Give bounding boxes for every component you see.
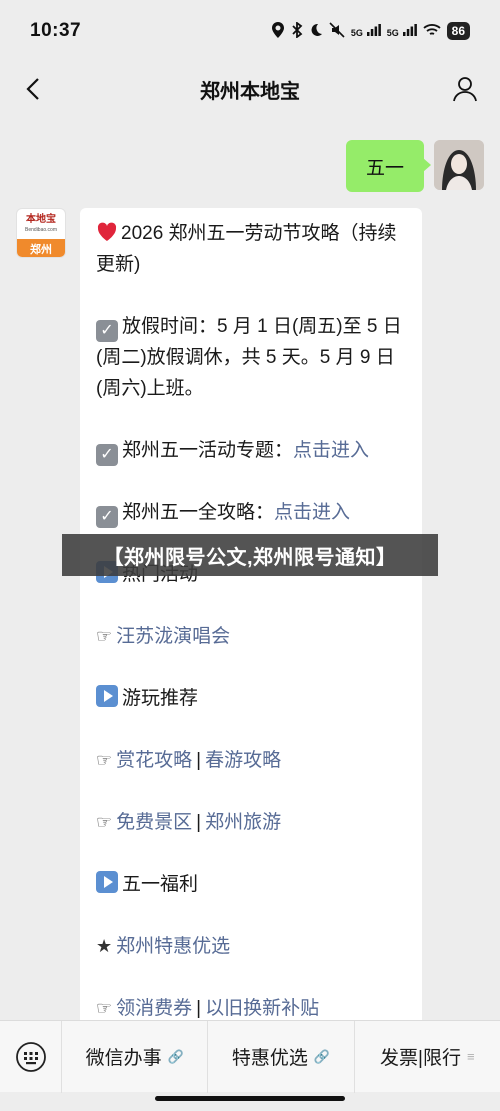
- pointing-hand-icon: ☞: [96, 626, 113, 646]
- flower-guide-link[interactable]: 赏花攻略: [116, 750, 192, 771]
- profile-button[interactable]: [446, 70, 484, 108]
- status-icons: 5G 5G 86: [271, 20, 470, 41]
- menu-wechat-services[interactable]: 微信办事 🔗: [62, 1020, 209, 1093]
- menu-invoice-traffic[interactable]: 发票|限行 ≡: [355, 1021, 500, 1093]
- hot-line: ☞ 汪苏泷演唱会: [96, 621, 406, 652]
- bluetooth-icon: [291, 20, 303, 41]
- trade-in-link[interactable]: 以旧换新补贴: [205, 998, 319, 1019]
- pointing-hand-icon: ☞: [96, 812, 113, 832]
- topic-link[interactable]: 点击进入: [293, 440, 369, 461]
- location-icon: [271, 21, 285, 41]
- chevron-left-icon: [26, 78, 39, 100]
- special-offer-link[interactable]: 郑州特惠优选: [116, 936, 230, 957]
- nav-bar: 郑州本地宝: [0, 62, 500, 116]
- check-icon: ✓: [96, 320, 118, 342]
- status-time: 10:37: [30, 20, 82, 41]
- voucher-link[interactable]: 领消费券: [116, 998, 192, 1019]
- spring-outing-link[interactable]: 春游攻略: [205, 750, 281, 771]
- star-icon: ★: [96, 936, 113, 956]
- wifi-icon: [423, 23, 441, 40]
- avatar-site: Bendibao.com: [25, 227, 57, 233]
- welfare-line-1: ★ 郑州特惠优选: [96, 931, 406, 962]
- hot-link[interactable]: 汪苏泷演唱会: [116, 626, 230, 647]
- guide-line: ✓ 郑州五一全攻略：点击进入: [96, 497, 406, 528]
- avatar-city: 郑州: [17, 239, 65, 257]
- mute-icon: [329, 21, 345, 41]
- user-icon: [453, 77, 477, 102]
- menu-special-offers[interactable]: 特惠优选 🔗: [208, 1020, 355, 1093]
- play-icon: [96, 685, 118, 707]
- battery-indicator: 86: [446, 22, 470, 40]
- link-icon: 🔗: [313, 1048, 331, 1064]
- check-icon: ✓: [96, 444, 118, 466]
- avatar-brand: 本地宝: [26, 214, 56, 225]
- user-avatar[interactable]: [434, 140, 484, 190]
- heart-icon: [96, 221, 118, 243]
- free-scenic-link[interactable]: 免费景区: [116, 812, 192, 833]
- play-line-2: ☞ 免费景区 | 郑州旅游: [96, 812, 282, 833]
- topic-line: ✓ 郑州五一活动专题：点击进入: [96, 435, 406, 466]
- back-button[interactable]: [14, 70, 52, 108]
- moon-icon: [309, 23, 323, 40]
- pointing-hand-icon: ☞: [96, 998, 113, 1018]
- overlay-banner: 【郑州限号公文,郑州限号通知】: [62, 534, 438, 576]
- outgoing-message[interactable]: 五一: [345, 140, 432, 192]
- holiday-line: ✓ 放假时间：5 月 1 日(周五)至 5 日(周二)放假调休，共 5 天。5 月…: [96, 316, 402, 399]
- bendibao-avatar[interactable]: 本地宝 Bendibao.com 郑州: [16, 208, 66, 258]
- message-title: 2026 郑州五一劳动节攻略（持续更新): [96, 221, 397, 275]
- section-welfare: 五一福利: [96, 869, 406, 900]
- keyboard-toggle-button[interactable]: [0, 1020, 62, 1093]
- signal-icon-1: 5G: [351, 23, 381, 39]
- guide-link[interactable]: 点击进入: [274, 502, 350, 523]
- pointing-hand-icon: ☞: [96, 750, 113, 770]
- menu-list-icon: ≡: [466, 1049, 475, 1064]
- incoming-message: 2026 郑州五一劳动节攻略（持续更新) ✓ 放假时间：5 月 1 日(周五)至 …: [80, 208, 422, 1038]
- section-play: 游玩推荐: [96, 683, 406, 714]
- keyboard-icon: [15, 1041, 46, 1072]
- page-title: 郑州本地宝: [200, 80, 300, 103]
- play-icon: [96, 871, 118, 893]
- play-line-1: ☞ 赏花攻略 | 春游攻略: [96, 750, 282, 771]
- check-icon: ✓: [96, 506, 118, 528]
- signal-icon-2: 5G: [387, 23, 417, 39]
- link-icon: 🔗: [167, 1048, 184, 1064]
- status-bar: 10:37 5G 5G 86: [0, 0, 500, 62]
- bottom-menu: 微信办事 🔗 特惠优选 🔗 发票|限行 ≡: [0, 1020, 500, 1093]
- zhengzhou-travel-link[interactable]: 郑州旅游: [205, 812, 281, 833]
- outgoing-message-text: 五一: [365, 157, 404, 179]
- home-indicator[interactable]: [155, 1096, 345, 1101]
